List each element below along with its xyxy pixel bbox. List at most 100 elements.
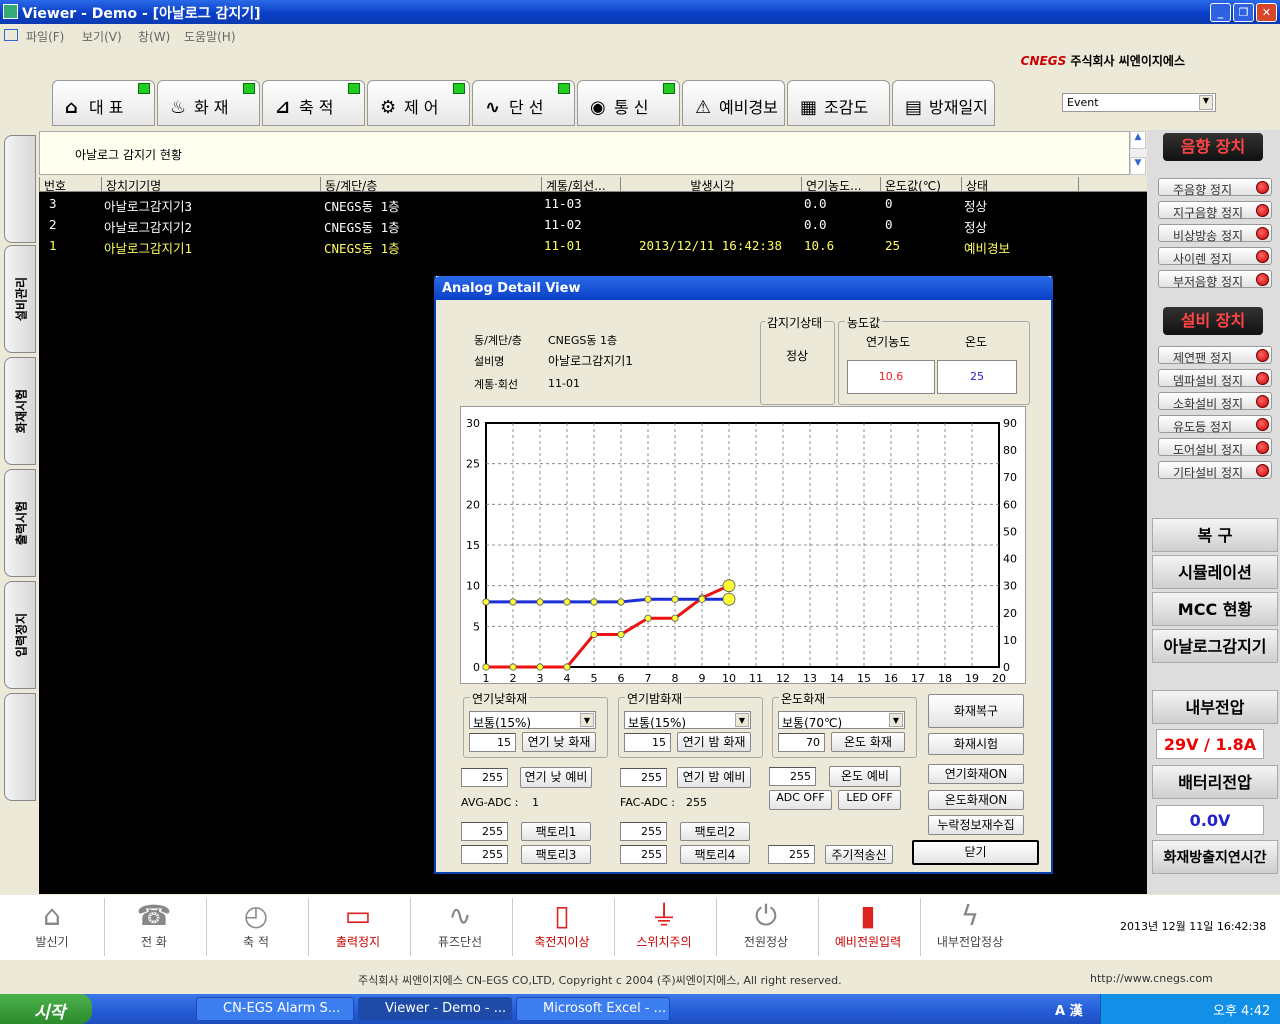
tab-6[interactable]: ◉ 통 신 <box>577 80 680 126</box>
status-item-10[interactable]: ϟ 내부전압정상 <box>920 897 1020 957</box>
simulation-button[interactable]: 시뮬레이션 <box>1152 555 1278 589</box>
col-location[interactable]: 동/계단/층 <box>320 177 540 193</box>
col-smoke[interactable]: 연기농도... <box>801 177 879 193</box>
factory4-button[interactable]: 팩토리4 <box>680 845 750 864</box>
smoke-night-input[interactable]: 15 <box>624 733 671 752</box>
event-select[interactable]: Event ▼ <box>1062 93 1216 112</box>
led-off-button[interactable]: LED OFF <box>838 790 901 810</box>
pre-temp-button[interactable]: 온도 예비 <box>829 766 901 787</box>
menu-help[interactable]: 도움말(H) <box>184 28 236 45</box>
status-item-2[interactable]: ☎ 전 화 <box>104 897 204 957</box>
factory4-input[interactable]: 255 <box>620 845 667 864</box>
table-row[interactable]: 1 아날로그감지기1 CNEGS동 1층 11-01 2013/12/11 16:42:… <box>39 236 1139 256</box>
col-state[interactable]: 상태 <box>961 177 1079 193</box>
temp-input[interactable]: 70 <box>778 733 825 752</box>
factory3-button[interactable]: 팩토리3 <box>521 845 591 864</box>
tab-2[interactable]: ♨ 화 재 <box>157 80 260 126</box>
equipment-stop-button-2[interactable]: 뎀파설비 정지 <box>1158 369 1272 388</box>
col-temp[interactable]: 온도값(℃) <box>880 177 960 193</box>
task-alarm[interactable]: CN-EGS Alarm S... <box>196 997 354 1021</box>
restore-button[interactable]: 복 구 <box>1152 518 1278 552</box>
status-item-7[interactable]: ⏚ 스위치주의 <box>614 897 714 957</box>
pre-temp-input[interactable]: 255 <box>769 767 816 786</box>
left-tab-blank-bottom[interactable] <box>4 693 36 801</box>
factory2-button[interactable]: 팩토리2 <box>680 822 750 841</box>
tab-7[interactable]: ⚠ 예비경보 <box>682 80 785 126</box>
col-line[interactable]: 계통/회선... <box>541 177 619 193</box>
ime-indicator[interactable]: A 漢 <box>1055 1000 1083 1019</box>
tab-3[interactable]: ⊿ 축 적 <box>262 80 365 126</box>
left-tab-input-stop[interactable]: 입력정지 <box>4 581 36 689</box>
col-name[interactable]: 장치기기명 <box>101 177 319 193</box>
pre-night-input[interactable]: 255 <box>620 768 667 787</box>
analog-detector-button[interactable]: 아날로그감지기 <box>1152 629 1278 663</box>
minimize-button[interactable]: _ <box>1210 3 1231 22</box>
col-time[interactable]: 발생시각 <box>620 177 800 193</box>
header-scrollbar[interactable]: ▲ ▼ <box>1130 131 1146 175</box>
pre-night-button[interactable]: 연기 밤 예비 <box>677 767 751 788</box>
period-send-button[interactable]: 주기적송신 <box>825 845 893 864</box>
equipment-stop-button-1[interactable]: 제연팬 정지 <box>1158 346 1272 365</box>
equipment-stop-button-3[interactable]: 소화설비 정지 <box>1158 392 1272 411</box>
equipment-stop-button-4[interactable]: 유도등 정지 <box>1158 415 1272 434</box>
pre-day-button[interactable]: 연기 낮 예비 <box>520 767 592 788</box>
start-button[interactable]: 시작 <box>0 994 92 1024</box>
status-item-3[interactable]: ◴ 축 적 <box>206 897 306 957</box>
smoke-night-fire-button[interactable]: 연기 밤 화재 <box>677 732 751 752</box>
sound-stop-button-1[interactable]: 주음향 정지 <box>1158 178 1272 197</box>
period-send-input[interactable]: 255 <box>768 845 815 864</box>
fire-restore-button[interactable]: 화재복구 <box>928 694 1024 728</box>
status-item-1[interactable]: ⌂ 발신기 <box>2 897 102 957</box>
equipment-stop-button-5[interactable]: 도어설비 정지 <box>1158 438 1272 457</box>
factory2-input[interactable]: 255 <box>620 822 667 841</box>
sound-stop-button-4[interactable]: 사이렌 정지 <box>1158 247 1272 266</box>
close-dialog-button[interactable]: 닫기 <box>912 840 1039 865</box>
smoke-fire-on-button[interactable]: 연기화재ON <box>928 764 1024 784</box>
website-link[interactable]: http://www.cnegs.com <box>1090 972 1213 985</box>
fire-test-button[interactable]: 화재시험 <box>928 733 1024 755</box>
tab-4[interactable]: ⚙ 제 어 <box>367 80 470 126</box>
equipment-stop-button-6[interactable]: 기타설비 정지 <box>1158 461 1272 480</box>
left-tab-blank-top[interactable] <box>4 135 36 243</box>
status-item-8[interactable]: ⏻ 전원정상 <box>716 897 816 957</box>
mcc-status-button[interactable]: MCC 현황 <box>1152 592 1278 626</box>
table-row[interactable]: 3 아날로그감지기3 CNEGS동 1층 11-03 0.0 0 정상 <box>39 194 1139 214</box>
smoke-day-fire-button[interactable]: 연기 낮 화재 <box>522 732 596 752</box>
sound-stop-button-3[interactable]: 비상방송 정지 <box>1158 224 1272 243</box>
menu-file[interactable]: 파일(F) <box>26 28 64 45</box>
tab-9[interactable]: ▤ 방재일지 <box>892 80 995 126</box>
collect-missing-info-button[interactable]: 누락정보재수집 <box>928 815 1024 835</box>
status-item-5[interactable]: ∿ 퓨즈단선 <box>410 897 510 957</box>
factory1-button[interactable]: 팩토리1 <box>521 822 591 841</box>
factory3-input[interactable]: 255 <box>461 845 508 864</box>
smoke-day-input[interactable]: 15 <box>469 733 516 752</box>
sound-stop-button-2[interactable]: 지구음향 정지 <box>1158 201 1272 220</box>
maximize-button[interactable]: ❐ <box>1233 3 1254 22</box>
tab-5[interactable]: ∿ 단 선 <box>472 80 575 126</box>
left-tab-output-test[interactable]: 출력시험 <box>4 469 36 577</box>
adc-off-button[interactable]: ADC OFF <box>769 790 832 810</box>
task-viewer[interactable]: Viewer - Demo - ... <box>358 997 512 1021</box>
close-button[interactable]: ✕ <box>1256 3 1277 22</box>
col-no[interactable]: 번호 <box>39 177 99 193</box>
task-excel[interactable]: Microsoft Excel - ... <box>516 997 670 1021</box>
status-item-9[interactable]: ▮ 예비전원입력 <box>818 897 918 957</box>
temp-fire-button[interactable]: 온도 화재 <box>831 732 905 752</box>
tab-1[interactable]: ⌂ 대 표 <box>52 80 155 126</box>
tab-8[interactable]: ▦ 조감도 <box>787 80 890 126</box>
pre-day-input[interactable]: 255 <box>461 768 508 787</box>
sound-stop-button-5[interactable]: 부저음향 정지 <box>1158 270 1272 289</box>
temp-fire-on-button[interactable]: 온도화재ON <box>928 790 1024 810</box>
status-item-6[interactable]: ▯ 축전지이상 <box>512 897 612 957</box>
menu-window[interactable]: 창(W) <box>138 28 170 45</box>
menu-view[interactable]: 보기(V) <box>82 28 122 45</box>
scroll-down-icon[interactable]: ▼ <box>1130 157 1146 175</box>
factory1-input[interactable]: 255 <box>461 822 508 841</box>
table-row[interactable]: 2 아날로그감지기2 CNEGS동 1층 11-02 0.0 0 정상 <box>39 215 1139 235</box>
smoke-day-level-select[interactable]: 보통(15%) ▼ <box>469 711 596 730</box>
scroll-up-icon[interactable]: ▲ <box>1130 131 1146 149</box>
left-tab-equipment[interactable]: 설비관리 <box>4 245 36 353</box>
temp-level-select[interactable]: 보통(70℃) ▼ <box>778 711 905 730</box>
left-tab-fire-test[interactable]: 화재시험 <box>4 357 36 465</box>
status-item-4[interactable]: ▭ 출력정지 <box>308 897 408 957</box>
